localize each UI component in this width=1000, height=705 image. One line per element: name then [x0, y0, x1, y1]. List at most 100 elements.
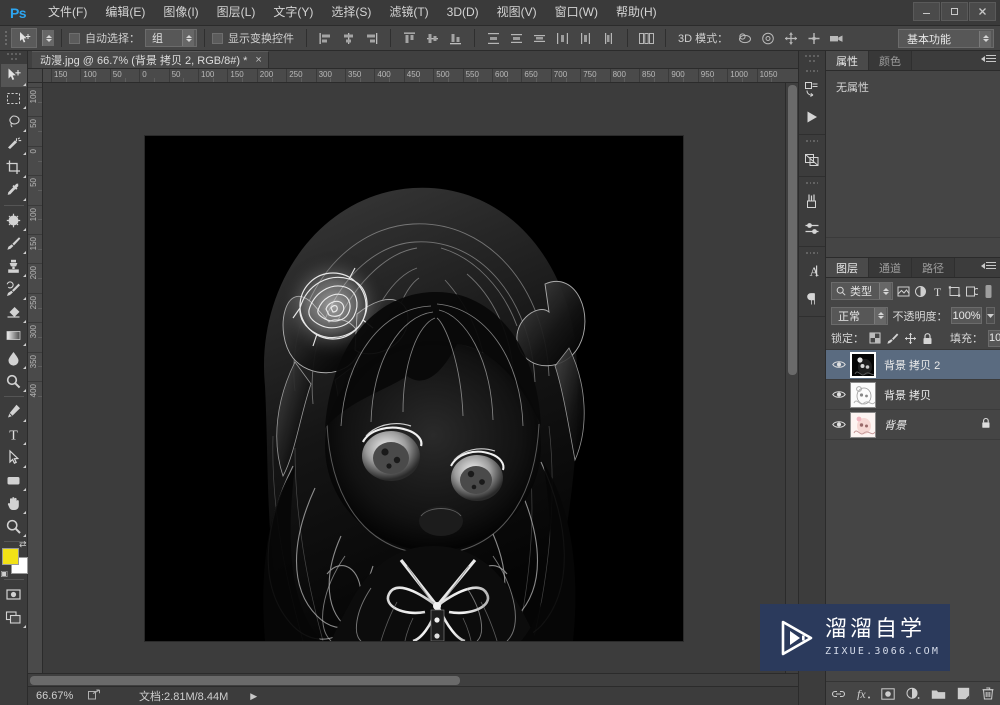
layer-visibility-icon[interactable] [828, 389, 850, 400]
delete-layer-button[interactable] [980, 686, 996, 702]
color-swatches[interactable]: ⇄ ▣ [1, 539, 28, 578]
zoom-level[interactable]: 66.67% [28, 690, 86, 702]
canvas-vertical-scroll-thumb[interactable] [788, 85, 797, 375]
spot-healing-tool[interactable] [1, 209, 27, 232]
tab-layers[interactable]: 图层 [826, 258, 869, 277]
maximize-icon[interactable] [941, 2, 968, 21]
brush-tool[interactable] [1, 232, 27, 255]
menu-type[interactable]: 文字(Y) [264, 1, 322, 24]
align-bottom-edges-icon[interactable] [445, 28, 466, 48]
layer-thumbnail[interactable] [850, 351, 876, 378]
layer-thumbnail[interactable] [850, 381, 876, 408]
actions-play-icon[interactable] [800, 103, 825, 131]
adjustment-layer-button[interactable] [905, 686, 921, 702]
new-group-button[interactable] [930, 686, 946, 702]
align-top-edges-icon[interactable] [399, 28, 420, 48]
crop-tool[interactable] [1, 156, 27, 179]
pixel-filter-icon[interactable] [896, 282, 910, 300]
blur-tool[interactable] [1, 347, 27, 370]
tool-preset-dropdown[interactable] [42, 30, 54, 46]
rotate-3d-icon[interactable] [734, 28, 755, 48]
canvas-horizontal-scroll-thumb[interactable] [30, 676, 460, 685]
roll-3d-icon[interactable] [757, 28, 778, 48]
layer-thumbnail[interactable] [850, 411, 876, 438]
menu-filter[interactable]: 滤镜(T) [380, 1, 437, 24]
lock-image-icon[interactable] [886, 330, 899, 346]
tab-properties[interactable]: 属性 [826, 51, 869, 70]
layer-name[interactable]: 背景 拷贝 [884, 387, 931, 403]
layer-name[interactable]: 背景 [884, 417, 906, 433]
vertical-ruler[interactable]: 100 50 0 50 100 150 200 250 300 350 400 [28, 83, 43, 673]
table-row[interactable]: 背景 拷贝 2 [826, 350, 1000, 380]
menu-view[interactable]: 视图(V) [488, 1, 546, 24]
auto-select-scope-dropdown[interactable]: 组 [145, 29, 197, 47]
rectangle-tool[interactable] [1, 469, 27, 492]
tab-channels[interactable]: 通道 [869, 258, 912, 277]
gradient-tool[interactable] [1, 324, 27, 347]
screen-mode-tool[interactable] [1, 606, 27, 629]
auto-select-checkbox[interactable] [69, 32, 80, 44]
menu-layer[interactable]: 图层(L) [208, 1, 265, 24]
menu-window[interactable]: 窗口(W) [546, 1, 607, 24]
history-icon[interactable] [800, 75, 825, 103]
layer-visibility-icon[interactable] [828, 419, 850, 430]
filter-toggle-icon[interactable] [981, 282, 995, 300]
brush-presets-icon[interactable] [800, 187, 825, 215]
image-canvas[interactable] [145, 136, 683, 641]
canvas-vertical-scrollbar[interactable] [785, 83, 798, 673]
menu-3d[interactable]: 3D(D) [438, 1, 488, 24]
character-icon[interactable]: A [800, 257, 825, 285]
layer-comps-icon[interactable] [800, 145, 825, 173]
dodge-tool[interactable] [1, 370, 27, 393]
type-filter-icon[interactable]: T [930, 282, 944, 300]
distribute-horizontal-centers-icon[interactable] [575, 28, 596, 48]
layer-filter-type-dropdown[interactable]: 类型 [831, 282, 894, 300]
foreground-color-swatch[interactable] [1, 548, 19, 565]
share-icon[interactable] [88, 689, 101, 703]
swap-colors-icon[interactable]: ⇄ [19, 539, 27, 550]
default-colors-icon[interactable]: ▣ [1, 569, 9, 578]
menu-select[interactable]: 选择(S) [322, 1, 380, 24]
minimize-icon[interactable] [913, 2, 940, 21]
horizontal-ruler[interactable]: 150 100 50 0 50 100 150 200 250 300 350 400 450 500 55… [43, 69, 785, 83]
distribute-right-edges-icon[interactable] [598, 28, 619, 48]
new-layer-button[interactable] [955, 686, 971, 702]
canvas-viewport[interactable] [43, 83, 785, 673]
pan-3d-icon[interactable] [780, 28, 801, 48]
blend-mode-dropdown[interactable]: 正常 [831, 306, 889, 325]
quick-mask-tool[interactable] [1, 583, 27, 606]
distribute-vertical-centers-icon[interactable] [506, 28, 527, 48]
layer-name[interactable]: 背景 拷贝 2 [884, 357, 940, 373]
link-layers-button[interactable] [830, 686, 846, 702]
menu-help[interactable]: 帮助(H) [607, 1, 666, 24]
eyedropper-tool[interactable] [1, 179, 27, 202]
fill-value[interactable]: 100% [988, 329, 1000, 347]
camera-3d-icon[interactable] [826, 28, 847, 48]
layer-mask-button[interactable] [880, 686, 896, 702]
lock-all-icon[interactable] [922, 330, 933, 346]
clone-stamp-tool[interactable] [1, 255, 27, 278]
tab-color[interactable]: 颜色 [869, 51, 912, 70]
lasso-tool[interactable] [1, 110, 27, 133]
smartobject-filter-icon[interactable] [964, 282, 978, 300]
current-tool-move-icon[interactable] [11, 28, 37, 48]
lock-position-icon[interactable] [904, 330, 917, 346]
close-icon[interactable] [969, 2, 996, 21]
auto-align-layers-icon[interactable] [636, 28, 657, 48]
paragraph-icon[interactable] [800, 285, 825, 313]
options-bar-grip[interactable] [2, 27, 10, 49]
align-right-edges-icon[interactable] [361, 28, 382, 48]
tab-paths[interactable]: 路径 [912, 258, 955, 277]
history-brush-tool[interactable] [1, 278, 27, 301]
align-horizontal-centers-icon[interactable] [338, 28, 359, 48]
type-tool[interactable]: T [1, 423, 27, 446]
document-tab-close-icon[interactable]: × [255, 54, 261, 66]
opacity-slider-arrow[interactable] [985, 307, 995, 324]
adjustment-filter-icon[interactable] [913, 282, 927, 300]
opacity-value[interactable]: 100% [951, 307, 982, 324]
canvas-horizontal-scrollbar[interactable] [28, 673, 798, 686]
align-left-edges-icon[interactable] [315, 28, 336, 48]
zoom-tool[interactable] [1, 515, 27, 538]
distribute-bottom-edges-icon[interactable] [529, 28, 550, 48]
align-vertical-centers-icon[interactable] [422, 28, 443, 48]
